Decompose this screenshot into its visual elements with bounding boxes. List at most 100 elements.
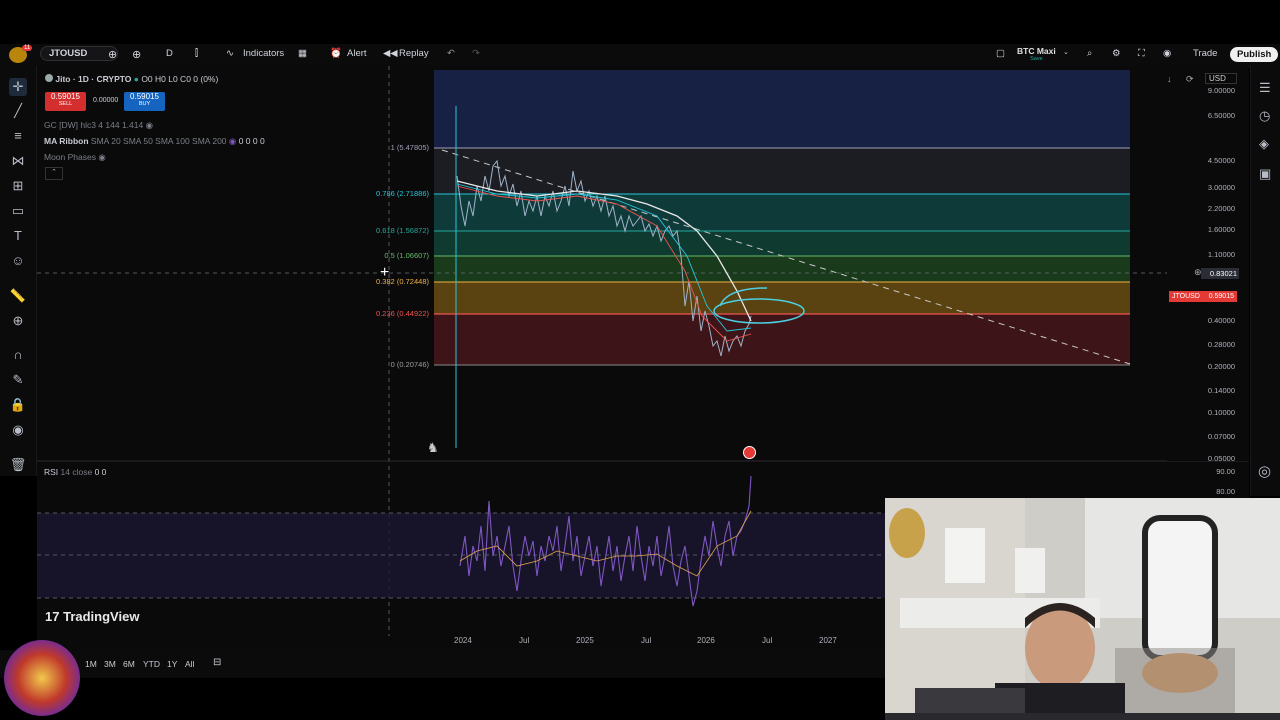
price-tick: 0.07000 — [1207, 432, 1235, 441]
symbol-search-button[interactable]: JTOUSD — [40, 46, 118, 61]
time-tick: 2025 — [576, 636, 594, 645]
chevron-down-icon[interactable]: ⌄ — [1063, 48, 1069, 56]
fib-retracement-icon[interactable]: ≡ — [9, 127, 27, 145]
publish-button[interactable]: Publish — [1230, 47, 1279, 62]
symbol-title: Jito · 1D · CRYPTO — [55, 74, 132, 84]
alert-button[interactable]: Alert — [347, 48, 367, 59]
period-3m[interactable]: 3M — [104, 659, 116, 669]
rsi-tick: 90.00 — [1216, 467, 1235, 476]
currency-selector[interactable]: USD — [1205, 73, 1237, 84]
market-status-icon: ● — [133, 74, 139, 84]
buy-button[interactable]: 0.59015 BUY — [124, 92, 165, 111]
layers-icon[interactable]: ◈ — [1259, 136, 1269, 152]
period-1y[interactable]: 1Y — [167, 659, 177, 669]
period-all[interactable]: All — [185, 659, 194, 669]
price-tick: 3.00000 — [1207, 183, 1235, 192]
trade-button[interactable]: Trade — [1193, 48, 1217, 59]
collapse-legend-button[interactable]: ⌃ — [45, 167, 63, 180]
last-price-label: JTOUSD 0.59015 — [1169, 291, 1237, 302]
indicator-gc[interactable]: GC [DW] hlc3 4 144 1.414 ◉ — [44, 120, 153, 131]
price-tick: 0.10000 — [1207, 408, 1235, 417]
visibility-icon[interactable]: ◉ — [9, 421, 27, 439]
watchlist-icon[interactable]: ☰ — [1259, 80, 1271, 96]
trash-icon[interactable]: 🗑 — [9, 456, 27, 474]
ohlc-values: O0 H0 L0 C0 0 (0%) — [141, 74, 219, 84]
crosshair-icon[interactable]: ✛ — [9, 78, 27, 96]
sell-price: 0.59015 — [51, 92, 80, 101]
buy-price: 0.59015 — [130, 92, 159, 101]
rsi-legend[interactable]: RSI 14 close 0 0 — [44, 467, 106, 477]
price-tick: 0.20000 — [1207, 362, 1235, 371]
redo-icon[interactable]: ↷ — [472, 48, 480, 59]
time-tick: 2024 — [454, 636, 472, 645]
prediction-icon[interactable]: ⊞ — [9, 177, 27, 195]
symbol-legend: Jito · 1D · CRYPTO ● O0 H0 L0 C0 0 (0%) — [45, 74, 218, 84]
quick-search-icon[interactable]: ⌕ — [1087, 48, 1092, 59]
webcam-scene — [885, 498, 1280, 720]
add-symbol-icon[interactable]: ⊕ — [132, 48, 141, 61]
target-icon[interactable]: ◎ — [1258, 462, 1271, 480]
indicator-ma-ribbon[interactable]: MA Ribbon SMA 20 SMA 50 SMA 100 SMA 200 … — [44, 136, 265, 147]
undo-icon[interactable]: ↶ — [447, 48, 455, 59]
news-event-icon[interactable] — [743, 446, 756, 459]
fib-label-1: 1 (5.47805) — [390, 143, 429, 152]
last-price-symbol: JTOUSD — [1172, 293, 1200, 300]
fullscreen-icon[interactable]: ⛶ — [1138, 48, 1145, 59]
period-6m[interactable]: 6M — [123, 659, 135, 669]
price-axis[interactable]: ↓ ⟳ USD 9.00000 6.50000 4.50000 3.00000 … — [1167, 66, 1249, 463]
date-range-icon[interactable]: ⊟ — [213, 657, 221, 668]
emoji-icon[interactable]: ☺ — [9, 252, 27, 270]
download-icon[interactable]: ↓ — [1167, 74, 1172, 84]
notification-badge: 11 — [22, 45, 33, 51]
trendline-icon[interactable]: ╱ — [9, 102, 27, 120]
text-tool-icon[interactable]: T — [9, 227, 27, 245]
interval-button[interactable]: D — [166, 48, 173, 59]
clock-icon[interactable]: ◷ — [1259, 108, 1270, 124]
period-ytd[interactable]: YTD — [143, 659, 160, 669]
period-1m[interactable]: 1M — [85, 659, 97, 669]
right-sidebar: ☰ ◷ ◈ ▣ ◎ — [1250, 66, 1280, 496]
replay-icon[interactable]: ◀◀ — [383, 48, 398, 59]
candle-type-icon[interactable]: ⫿ — [195, 48, 198, 59]
layout-icon[interactable]: ▢ — [996, 48, 1005, 59]
ma-ribbon-values: 0 0 0 0 — [238, 136, 265, 146]
magnet-icon[interactable]: ∩ — [9, 346, 27, 364]
indicators-button[interactable]: Indicators — [243, 48, 284, 59]
eye-icon[interactable]: ◉ — [98, 152, 105, 162]
lock-icon[interactable]: 🔒 — [9, 396, 27, 414]
geometric-shapes-icon[interactable]: ▭ — [9, 202, 27, 220]
lock-drawing-icon[interactable]: ✎ — [9, 371, 27, 389]
fib-label-0: 0 (0.20746) — [390, 360, 429, 369]
compare-symbol-icon[interactable]: ⊕ — [108, 48, 117, 61]
time-tick: Jul — [519, 636, 530, 645]
moon-phases-label: Moon Phases — [44, 152, 96, 162]
zoom-in-icon[interactable]: ⊕ — [9, 312, 27, 330]
snapshot-icon[interactable]: ◉ — [1163, 48, 1171, 59]
price-tick: 6.50000 — [1207, 111, 1235, 120]
eye-icon[interactable]: ◉ — [229, 136, 236, 146]
replay-button[interactable]: Replay — [399, 48, 429, 59]
tradingview-watermark: 17 TradingView — [45, 609, 139, 624]
ruler-icon[interactable]: 📏 — [9, 287, 27, 305]
eye-icon[interactable]: ◉ — [146, 120, 153, 130]
refresh-icon[interactable]: ⟳ — [1186, 74, 1194, 85]
price-tick: 0.28000 — [1207, 340, 1235, 349]
price-tick: 1.60000 — [1207, 225, 1235, 234]
sell-button[interactable]: 0.59015 SELL — [45, 92, 86, 111]
dino-icon: ♞ — [427, 440, 439, 455]
rsi-tick: 80.00 — [1216, 487, 1235, 496]
settings-icon[interactable]: ⚙ — [1112, 48, 1121, 59]
buy-label: BUY — [138, 101, 151, 107]
indicators-icon[interactable]: ∿ — [226, 48, 234, 59]
price-tick: 0.40000 — [1207, 316, 1235, 325]
channel-logo — [4, 640, 80, 716]
templates-icon[interactable]: ▦ — [298, 48, 307, 59]
chat-icon[interactable]: ▣ — [1259, 166, 1271, 182]
tradingview-logo-icon: 17 — [45, 609, 60, 624]
price-tick: 9.00000 — [1207, 86, 1235, 95]
alert-icon[interactable]: ⏰ — [330, 48, 342, 59]
indicator-moon-phases[interactable]: Moon Phases ◉ — [44, 152, 106, 163]
layout-selector[interactable]: BTC Maxi Save — [1017, 46, 1056, 62]
pattern-icon[interactable]: ⋈ — [9, 152, 27, 170]
price-tick: 0.05000 — [1207, 454, 1235, 463]
